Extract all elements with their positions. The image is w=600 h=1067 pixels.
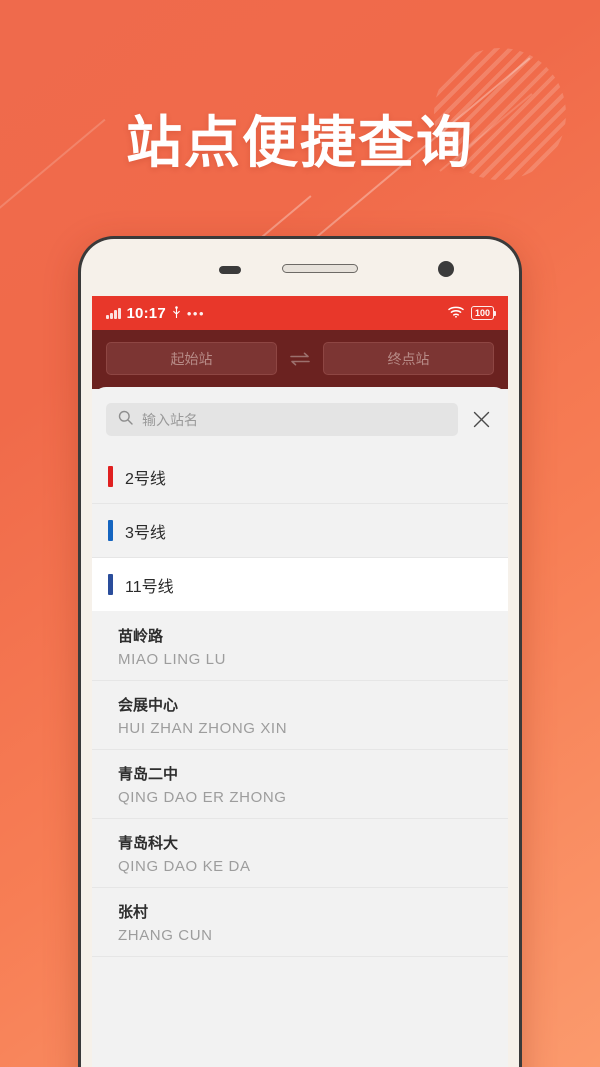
station-name-pinyin: ZHANG CUN [118,927,213,944]
metro-line-list: 2号线 3号线 11号线 [92,450,508,612]
station-name-pinyin: HUI ZHAN ZHONG XIN [118,720,288,737]
search-input[interactable]: 输入站名 [106,403,458,436]
origin-station-input[interactable]: 起始站 [106,342,277,375]
phone-screen: 10:17 ••• 100 起始站 终点站 输入站名 2号线 3号线 11号线 … [92,296,508,1067]
phone-mockup: 10:17 ••• 100 起始站 终点站 输入站名 2号线 3号线 11号线 … [78,236,522,1067]
search-placeholder: 输入站名 [142,411,198,428]
line-row[interactable]: 3号线 [92,504,508,558]
battery-icon: 100 [470,306,497,320]
status-bar: 10:17 ••• 100 [92,296,508,330]
line-row[interactable]: 2号线 [92,450,508,504]
station-name-cn: 青岛二中 [118,766,179,783]
station-row[interactable]: 青岛二中 QING DAO ER ZHONG [92,750,508,819]
status-bar-right: 100 [448,305,497,322]
destination-station-input[interactable]: 终点站 [323,342,494,375]
status-bar-left: 10:17 ••• [106,305,448,322]
phone-top-bezel [92,239,508,296]
swap-arrows-icon[interactable] [287,351,313,367]
search-icon [118,410,133,430]
more-dots-icon: ••• [186,305,206,321]
promo-headline: 站点便捷查询 [126,111,474,174]
signal-bars-icon [106,307,121,319]
station-row[interactable]: 张村 ZHANG CUN [92,888,508,957]
front-camera-icon [438,261,454,277]
station-name-cn: 青岛科大 [118,835,179,852]
station-row[interactable]: 苗岭路 MIAO LING LU [92,612,508,681]
route-search-bar: 起始站 终点站 [92,330,508,389]
line-color-indicator [108,520,113,541]
usb-icon [172,305,181,321]
line-color-indicator [108,466,113,487]
station-name-cn: 苗岭路 [118,628,164,645]
station-name-cn: 会展中心 [118,697,179,714]
station-name-pinyin: MIAO LING LU [118,651,227,668]
station-row[interactable]: 青岛科大 QING DAO KE DA [92,819,508,888]
line-color-indicator [108,574,113,595]
station-row[interactable]: 会展中心 HUI ZHAN ZHONG XIN [92,681,508,750]
line-label: 3号线 [125,524,166,542]
station-list: 苗岭路 MIAO LING LU 会展中心 HUI ZHAN ZHONG XIN 青岛二… [92,612,508,957]
close-icon[interactable] [468,407,494,433]
station-query-panel: 输入站名 2号线 3号线 11号线 苗岭路 MIAO LING LU 会展中心 HUI Z… [92,387,508,1067]
status-time: 10:17 [126,304,166,322]
station-name-cn: 张村 [118,904,149,921]
wifi-icon [448,305,464,322]
line-label: 2号线 [125,470,166,488]
proximity-sensor-icon [219,266,241,274]
search-row: 输入站名 [92,387,508,450]
line-label: 11号线 [125,578,174,596]
line-row[interactable]: 11号线 [92,558,508,612]
earpiece-speaker-icon [282,264,358,273]
phone-body: 10:17 ••• 100 起始站 终点站 输入站名 2号线 3号线 11号线 … [81,239,519,1067]
station-name-pinyin: QING DAO KE DA [118,858,251,875]
station-name-pinyin: QING DAO ER ZHONG [118,789,287,806]
